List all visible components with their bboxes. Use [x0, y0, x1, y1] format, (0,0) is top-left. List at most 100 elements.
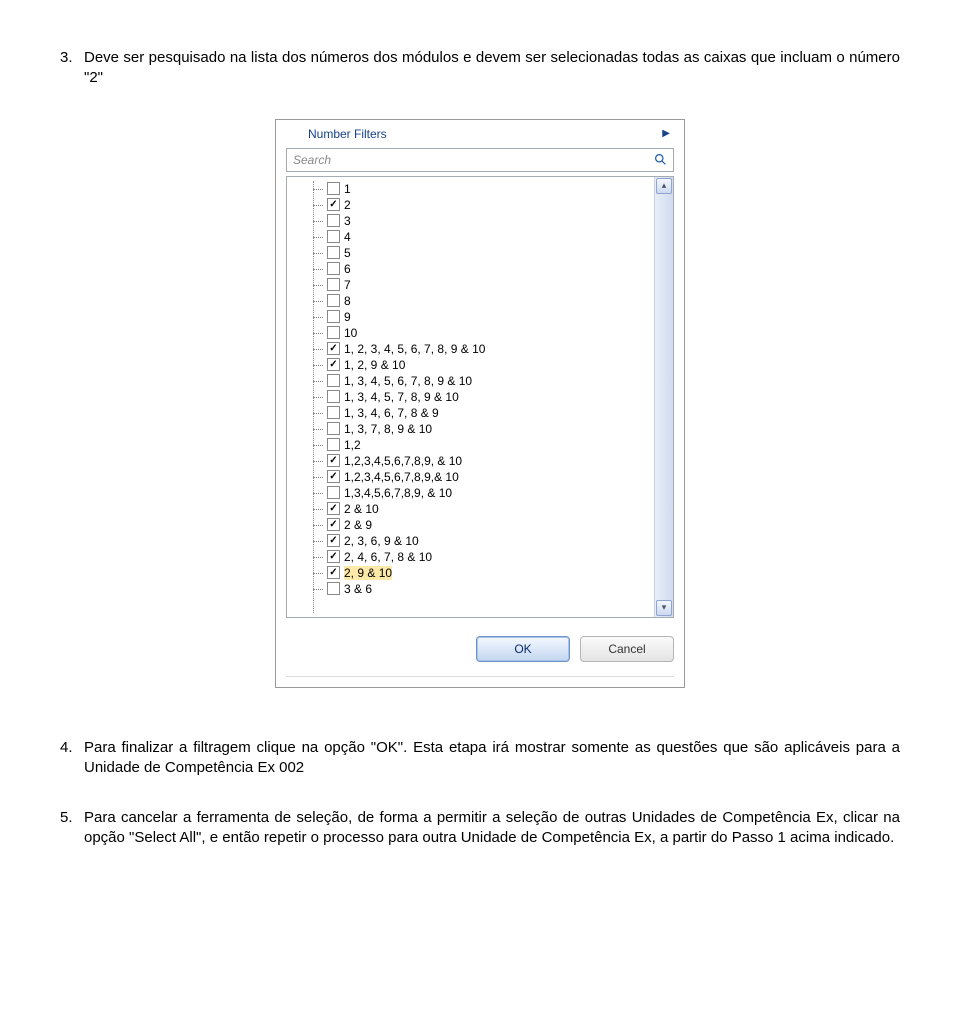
number-filters-label: Number Filters [308, 127, 662, 141]
list-item[interactable]: 2, 3, 6, 9 & 10 [313, 533, 654, 549]
list-item[interactable]: 1, 3, 7, 8, 9 & 10 [313, 421, 654, 437]
search-placeholder: Search [293, 153, 653, 167]
list-item-label: 1,3,4,5,6,7,8,9, & 10 [344, 486, 452, 500]
list-item-label: 1,2,3,4,5,6,7,8,9,& 10 [344, 470, 459, 484]
list-item[interactable]: 1, 2, 3, 4, 5, 6, 7, 8, 9 & 10 [313, 341, 654, 357]
checkbox[interactable] [327, 470, 340, 483]
checkbox[interactable] [327, 294, 340, 307]
list-item[interactable]: 7 [313, 277, 654, 293]
checkbox[interactable] [327, 214, 340, 227]
divider [286, 676, 674, 677]
checkbox[interactable] [327, 502, 340, 515]
checkbox[interactable] [327, 390, 340, 403]
list-item-label: 1, 3, 4, 5, 6, 7, 8, 9 & 10 [344, 374, 472, 388]
list-item-label: 10 [344, 326, 357, 340]
checkbox[interactable] [327, 246, 340, 259]
list-item-label: 1, 3, 4, 5, 7, 8, 9 & 10 [344, 390, 459, 404]
checkbox[interactable] [327, 278, 340, 291]
checkbox[interactable] [327, 230, 340, 243]
list-item-label: 1 [344, 182, 351, 196]
list-item[interactable]: 3 [313, 213, 654, 229]
checkbox[interactable] [327, 582, 340, 595]
checkbox[interactable] [327, 406, 340, 419]
list-item-label: 4 [344, 230, 351, 244]
list-item[interactable]: 10 [313, 325, 654, 341]
paragraph-3: 3. Deve ser pesquisado na lista dos núme… [60, 48, 900, 89]
list-item-label: 1, 3, 7, 8, 9 & 10 [344, 422, 432, 436]
list-item[interactable]: 2 & 10 [313, 501, 654, 517]
checkbox[interactable] [327, 518, 340, 531]
list-item-label: 3 [344, 214, 351, 228]
paragraph-5-number: 5. [60, 808, 84, 849]
paragraph-3-number: 3. [60, 48, 84, 89]
list-item-label: 2, 4, 6, 7, 8 & 10 [344, 550, 432, 564]
list-item-label: 1,2,3,4,5,6,7,8,9, & 10 [344, 454, 462, 468]
checkbox[interactable] [327, 198, 340, 211]
list-item[interactable]: 1,2,3,4,5,6,7,8,9,& 10 [313, 469, 654, 485]
paragraph-3-text: Deve ser pesquisado na lista dos números… [84, 48, 900, 89]
list-item-label: 1, 2, 3, 4, 5, 6, 7, 8, 9 & 10 [344, 342, 485, 356]
list-item-label: 9 [344, 310, 351, 324]
button-row: OK Cancel [280, 618, 680, 676]
list-item-label: 5 [344, 246, 351, 260]
number-filters-menu-item[interactable]: Number Filters ▶ [280, 124, 680, 144]
list-item[interactable]: 9 [313, 309, 654, 325]
scroll-down-icon[interactable]: ▾ [656, 600, 672, 616]
checkbox[interactable] [327, 566, 340, 579]
list-item-label: 1,2 [344, 438, 361, 452]
checkbox[interactable] [327, 358, 340, 371]
list-item-label: 2 & 10 [344, 502, 379, 516]
checkbox[interactable] [327, 262, 340, 275]
list-item-label: 2, 9 & 10 [344, 566, 392, 580]
checkbox[interactable] [327, 374, 340, 387]
list-item[interactable]: 1,2 [313, 437, 654, 453]
checkbox[interactable] [327, 550, 340, 563]
list-item[interactable]: 8 [313, 293, 654, 309]
checkbox[interactable] [327, 310, 340, 323]
list-item-label: 1, 2, 9 & 10 [344, 358, 405, 372]
list-item[interactable]: 1, 2, 9 & 10 [313, 357, 654, 373]
checkbox[interactable] [327, 438, 340, 451]
scroll-up-icon[interactable]: ▴ [656, 178, 672, 194]
list-item[interactable]: 2, 4, 6, 7, 8 & 10 [313, 549, 654, 565]
list-item-label: 2, 3, 6, 9 & 10 [344, 534, 419, 548]
scrollbar[interactable]: ▴ ▾ [654, 177, 673, 617]
list-item-label: 3 & 6 [344, 582, 372, 596]
search-row: Search [280, 144, 680, 176]
search-icon [653, 153, 667, 167]
paragraph-5: 5. Para cancelar a ferramenta de seleção… [60, 808, 900, 849]
list-item[interactable]: 1 [313, 181, 654, 197]
checkbox[interactable] [327, 342, 340, 355]
cancel-button[interactable]: Cancel [580, 636, 674, 662]
search-input[interactable]: Search [286, 148, 674, 172]
list-item[interactable]: 6 [313, 261, 654, 277]
checkbox[interactable] [327, 326, 340, 339]
paragraph-4: 4. Para finalizar a filtragem clique na … [60, 738, 900, 779]
list-item[interactable]: 1,3,4,5,6,7,8,9, & 10 [313, 485, 654, 501]
list-item-label: 7 [344, 278, 351, 292]
list-item[interactable]: 4 [313, 229, 654, 245]
list-item-label: 6 [344, 262, 351, 276]
submenu-arrow-icon: ▶ [662, 128, 670, 139]
list-item[interactable]: 2, 9 & 10 [313, 565, 654, 581]
paragraph-4-number: 4. [60, 738, 84, 779]
ok-button[interactable]: OK [476, 636, 570, 662]
checkbox[interactable] [327, 534, 340, 547]
filter-panel: Number Filters ▶ Search 1 2 3 4 5 6 789 10 1, 2,… [275, 119, 685, 688]
list-item[interactable]: 5 [313, 245, 654, 261]
paragraph-5-text: Para cancelar a ferramenta de seleção, d… [84, 808, 900, 849]
checkbox[interactable] [327, 182, 340, 195]
checkbox[interactable] [327, 422, 340, 435]
list-item[interactable]: 1, 3, 4, 5, 6, 7, 8, 9 & 10 [313, 373, 654, 389]
list-item[interactable]: 2 [313, 197, 654, 213]
list-item-label: 2 [344, 198, 351, 212]
list-item-label: 1, 3, 4, 6, 7, 8 & 9 [344, 406, 439, 420]
filter-tree: 1 2 3 4 5 6 789 10 1, 2, 3, 4, 5, 6, 7, 8, 9 & 1… [286, 176, 674, 618]
list-item[interactable]: 3 & 6 [313, 581, 654, 597]
checkbox[interactable] [327, 486, 340, 499]
checkbox[interactable] [327, 454, 340, 467]
list-item[interactable]: 1, 3, 4, 5, 7, 8, 9 & 10 [313, 389, 654, 405]
list-item[interactable]: 2 & 9 [313, 517, 654, 533]
list-item[interactable]: 1, 3, 4, 6, 7, 8 & 9 [313, 405, 654, 421]
list-item[interactable]: 1,2,3,4,5,6,7,8,9, & 10 [313, 453, 654, 469]
